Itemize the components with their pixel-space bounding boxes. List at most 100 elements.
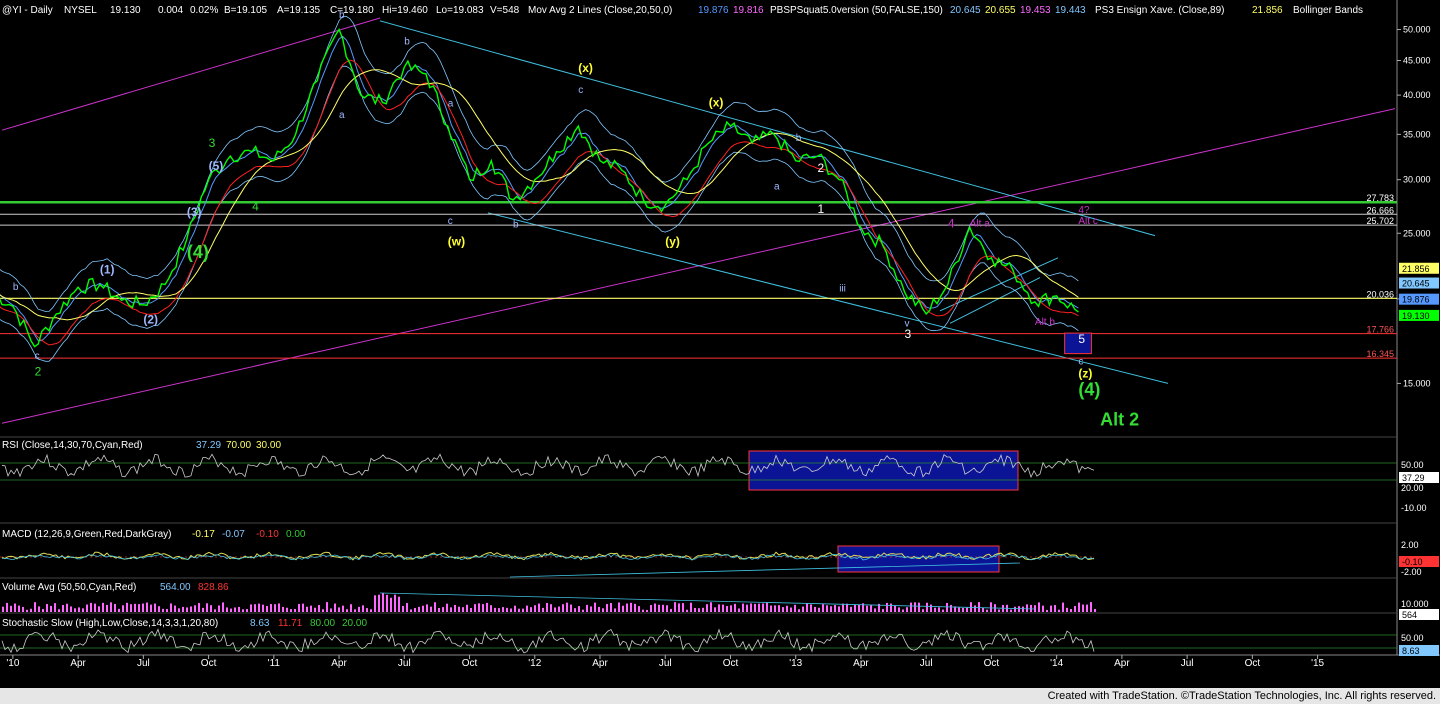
volume-bar	[74, 608, 76, 612]
header-pbsp-label: PBSPSquat5.0version (50,FALSE,150)	[770, 5, 943, 16]
wave-label: (2)	[143, 312, 158, 326]
volume-bar	[718, 604, 720, 612]
volume-bar	[666, 605, 668, 612]
volume-bar	[430, 606, 432, 612]
volume-bar	[538, 603, 540, 612]
time-tick-label: Oct	[462, 658, 478, 669]
rsi-tick-20: 20.00	[1401, 483, 1424, 493]
volume-bar	[458, 606, 460, 612]
time-tick-label: '10	[6, 658, 19, 669]
volume-bar	[602, 608, 604, 612]
volume-last-value: 564	[1402, 610, 1417, 620]
volume-bar	[658, 604, 660, 612]
rsi-highlight-box	[748, 450, 1019, 491]
time-tick-label: Oct	[1245, 658, 1261, 669]
volume-bar	[362, 605, 364, 612]
volume-bar	[574, 608, 576, 612]
volume-bar	[446, 603, 448, 612]
volume-bar	[610, 602, 612, 612]
volume-bar	[686, 609, 688, 612]
time-tick-label: Apr	[592, 658, 608, 669]
header-low: Lo=19.083	[436, 5, 484, 16]
volume-bar	[798, 609, 800, 612]
volume-bar	[442, 607, 444, 612]
volume-bar	[194, 605, 196, 612]
rsi-tick-50: 50.00	[1401, 460, 1424, 470]
header-bid: B=19.105	[224, 5, 268, 16]
trendlines	[1, 17, 1396, 424]
rsi-value: 37.29	[196, 440, 221, 451]
volume-bar	[202, 607, 204, 612]
rsi-lower: 30.00	[256, 440, 281, 451]
stochastic-panel: Stochastic Slow (High,Low,Close,14,3,3,1…	[0, 618, 1439, 656]
volume-bar	[262, 604, 264, 612]
wave-label: (3)	[187, 205, 202, 219]
price-tick-label: 35.000	[1403, 129, 1431, 139]
volume-v2: 828.86	[198, 582, 229, 593]
volume-bar	[422, 605, 424, 612]
volume-bar	[438, 607, 440, 612]
volume-bar	[490, 605, 492, 612]
volume-bar	[110, 602, 112, 612]
volume-bar	[1082, 604, 1084, 612]
volume-bar	[1054, 605, 1056, 612]
volume-bar	[18, 605, 20, 612]
volume-bar	[294, 608, 296, 612]
wave-label: a	[448, 98, 454, 109]
time-tick-label: Jul	[398, 658, 411, 669]
volume-bar	[298, 604, 300, 612]
price-tick-label: 15.000	[1403, 378, 1431, 388]
last-value-label: 19.876	[1402, 295, 1430, 305]
volume-bar	[478, 603, 480, 612]
header-ask: A=19.135	[277, 5, 321, 16]
volume-bar	[98, 606, 100, 612]
volume-bar	[78, 607, 80, 612]
volume-bar	[986, 609, 988, 612]
volume-bar	[462, 607, 464, 612]
time-tick-label: Apr	[1114, 658, 1130, 669]
volume-bar	[926, 602, 928, 612]
header-high: Hi=19.460	[382, 5, 428, 16]
price-tick-label: 30.000	[1403, 175, 1431, 185]
volume-bar	[842, 603, 844, 612]
volume-bar	[586, 604, 588, 612]
volume-tick: 10.000	[1401, 599, 1429, 609]
last-value-label: 21.856	[1402, 264, 1430, 274]
volume-bar	[470, 607, 472, 612]
volume-bar	[594, 602, 596, 612]
volume-bar	[482, 604, 484, 612]
stochastic-line	[1, 628, 1095, 654]
volume-bar	[738, 608, 740, 612]
volume-bar	[214, 609, 216, 612]
volume-bar	[1062, 602, 1064, 612]
volume-bar	[782, 607, 784, 612]
volume-bar	[734, 603, 736, 612]
wave-label: c	[578, 85, 583, 96]
volume-bar	[902, 609, 904, 612]
volume-bar	[450, 607, 452, 612]
level-label: 16.345	[1366, 349, 1394, 359]
volume-bar	[710, 602, 712, 612]
volume-bar	[6, 602, 8, 612]
wave-label: (4)	[1078, 379, 1100, 399]
volume-bar	[498, 608, 500, 612]
volume-bar	[566, 602, 568, 612]
volume-bar	[1070, 609, 1072, 612]
stochastic-tick: 50.00	[1401, 633, 1424, 643]
volume-bar	[366, 608, 368, 612]
wave-label: (5)	[209, 159, 224, 173]
rsi-panel: RSI (Close,14,30,70,Cyan,Red) 37.29 70.0…	[0, 440, 1439, 513]
stochastic-v1: 8.63	[250, 618, 270, 629]
volume-bar	[154, 603, 156, 612]
time-tick-label: Apr	[331, 658, 347, 669]
macd-tick-2: 2.00	[1401, 540, 1419, 550]
volume-bar	[1074, 606, 1076, 612]
volume-bar	[774, 605, 776, 612]
volume-bar	[34, 602, 36, 612]
volume-bar	[338, 607, 340, 612]
volume-bar	[514, 605, 516, 612]
volume-bar	[982, 607, 984, 612]
volume-bar	[870, 605, 872, 612]
volume-bar	[134, 603, 136, 612]
volume-bar	[1042, 605, 1044, 612]
